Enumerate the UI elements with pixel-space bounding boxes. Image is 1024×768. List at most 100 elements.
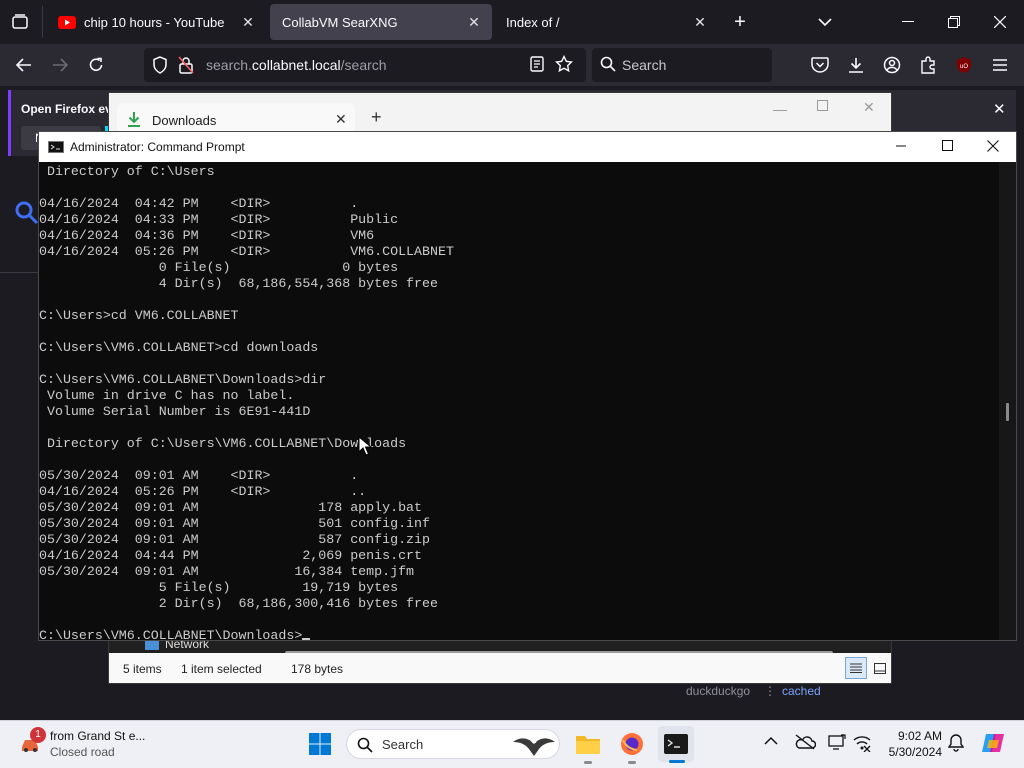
active-indicator (669, 760, 685, 763)
close-window-button[interactable]: ✕ (863, 99, 875, 116)
close-icon[interactable]: ✕ (466, 14, 482, 30)
tiles-view-icon[interactable] (869, 657, 891, 679)
account-icon[interactable] (878, 51, 906, 79)
details-view-icon[interactable] (845, 657, 867, 679)
search-icon (357, 737, 373, 753)
notification-title: Open Firefox ev (21, 102, 112, 116)
console-line: 04/16/2024 04:33 PM <DIR> Public (39, 212, 399, 227)
clock-date[interactable]: 5/30/2024 (872, 745, 942, 759)
restore-button[interactable] (940, 8, 968, 36)
tab-label: CollabVM SearXNG (282, 14, 398, 30)
start-button[interactable] (302, 726, 338, 762)
widget-line1[interactable]: from Grand St e... (50, 729, 145, 743)
scrollbar-thumb[interactable] (1006, 403, 1009, 421)
close-window-button[interactable] (987, 140, 999, 152)
close-icon[interactable]: ✕ (240, 14, 256, 30)
browser-tab-bar: chip 10 hours - YouTube ✕ CollabVM SearX… (0, 0, 1024, 44)
search-icon (14, 200, 40, 226)
explorer-status-bar: 5 items 1 item selected 178 bytes (109, 653, 891, 683)
list-all-tabs-icon[interactable] (811, 8, 839, 36)
running-indicator (584, 761, 592, 764)
url-bar[interactable]: search.collabnet.local/search (144, 48, 586, 82)
status-item-count: 5 items (123, 662, 162, 676)
cmd-console[interactable]: Directory of C:\Users 04/16/2024 04:42 P… (39, 162, 999, 640)
close-icon[interactable]: ✕ (335, 111, 347, 128)
shield-icon[interactable] (152, 56, 168, 74)
clock-time[interactable]: 9:02 AM (896, 729, 942, 743)
maximize-button[interactable] (942, 140, 953, 151)
console-line: 04/16/2024 04:42 PM <DIR> . (39, 196, 359, 211)
console-line: 05/30/2024 09:01 AM 178 apply.bat (39, 500, 423, 515)
reader-view-icon[interactable] (530, 56, 544, 72)
cached-link[interactable]: cached (782, 684, 821, 698)
console-line: 04/16/2024 05:26 PM <DIR> VM6.COLLABNET (39, 244, 454, 259)
close-window-button[interactable] (986, 8, 1014, 36)
result-separator: ⋮ (764, 684, 776, 698)
ublock-icon[interactable]: uO (950, 51, 978, 79)
forward-button[interactable] (46, 51, 74, 79)
back-button[interactable] (10, 51, 38, 79)
youtube-icon (58, 15, 76, 29)
chevron-up-icon[interactable] (764, 736, 778, 746)
console-line: Directory of C:\Users\VM6.COLLABNET\Down… (39, 436, 407, 451)
tab-label: Index of / (506, 14, 560, 30)
console-line: 2 Dir(s) 68,186,300,416 bytes free (39, 596, 438, 611)
url-domain: collabnet.local (251, 57, 341, 73)
close-icon[interactable]: ✕ (993, 100, 1006, 118)
url-prefix: search. (206, 57, 252, 73)
new-tab-button[interactable]: + (371, 107, 382, 128)
running-indicator (628, 761, 636, 764)
console-line: C:\Users>cd VM6.COLLABNET (39, 308, 239, 323)
extensions-icon[interactable] (914, 51, 942, 79)
display-icon[interactable] (828, 734, 846, 750)
downloads-icon[interactable] (842, 51, 870, 79)
new-tab-button[interactable]: + (726, 8, 754, 36)
minimize-button[interactable] (895, 139, 907, 153)
tab-label: chip 10 hours - YouTube (84, 14, 225, 30)
maximize-button[interactable] (817, 100, 828, 111)
console-line: 04/16/2024 04:44 PM 2,069 penis.crt (39, 548, 423, 563)
file-explorer-icon[interactable] (570, 726, 606, 762)
mouse-cursor-icon (358, 436, 372, 456)
close-icon[interactable]: ✕ (692, 14, 708, 30)
svg-text:uO: uO (960, 64, 968, 70)
cmd-output: Directory of C:\Users 04/16/2024 04:42 P… (39, 164, 999, 640)
notification-badge: 1 (30, 727, 46, 743)
pocket-icon[interactable] (806, 51, 834, 79)
console-line: 0 File(s) 0 bytes (39, 260, 399, 275)
tab-searxng[interactable]: CollabVM SearXNG ✕ (270, 4, 492, 40)
onedrive-offline-icon[interactable] (794, 734, 816, 750)
notification-bell-icon[interactable] (948, 734, 964, 752)
taskbar-search[interactable]: Search (346, 729, 560, 759)
tab-overview-icon[interactable] (6, 8, 34, 36)
tab-youtube[interactable]: chip 10 hours - YouTube ✕ (46, 4, 266, 40)
console-line: Directory of C:\Users (39, 164, 215, 179)
status-size: 178 bytes (291, 662, 344, 676)
firefox-icon[interactable] (614, 726, 650, 762)
network-status-icon[interactable] (852, 734, 872, 752)
eagle-highlight-icon (511, 732, 557, 758)
tab-index[interactable]: Index of / ✕ (494, 4, 718, 40)
console-line: C:\Users\VM6.COLLABNET\Downloads>dir (39, 372, 327, 387)
bookmark-star-icon[interactable] (555, 55, 573, 73)
cmd-scrollbar[interactable] (999, 162, 1016, 640)
minimize-button[interactable]: — (773, 101, 787, 117)
search-icon (600, 56, 616, 72)
menu-icon[interactable] (986, 51, 1014, 79)
console-line: 04/16/2024 04:36 PM <DIR> VM6 (39, 228, 375, 243)
status-selected: 1 item selected (181, 662, 262, 676)
cmd-taskbar-icon[interactable] (658, 726, 694, 762)
widget-line2: Closed road (50, 745, 115, 759)
copilot-icon[interactable] (980, 730, 1006, 756)
search-bar[interactable]: Search (592, 48, 772, 82)
explorer-tab-label: Downloads (152, 113, 217, 128)
taskbar-search-placeholder: Search (382, 737, 424, 752)
cmd-title-text: Administrator: Command Prompt (70, 140, 245, 154)
lock-warning-icon[interactable] (178, 56, 194, 74)
minimize-button[interactable] (894, 8, 922, 36)
console-line: 5 File(s) 19,719 bytes (39, 580, 399, 595)
cmd-app-icon (48, 141, 64, 153)
reload-button[interactable] (82, 51, 110, 79)
